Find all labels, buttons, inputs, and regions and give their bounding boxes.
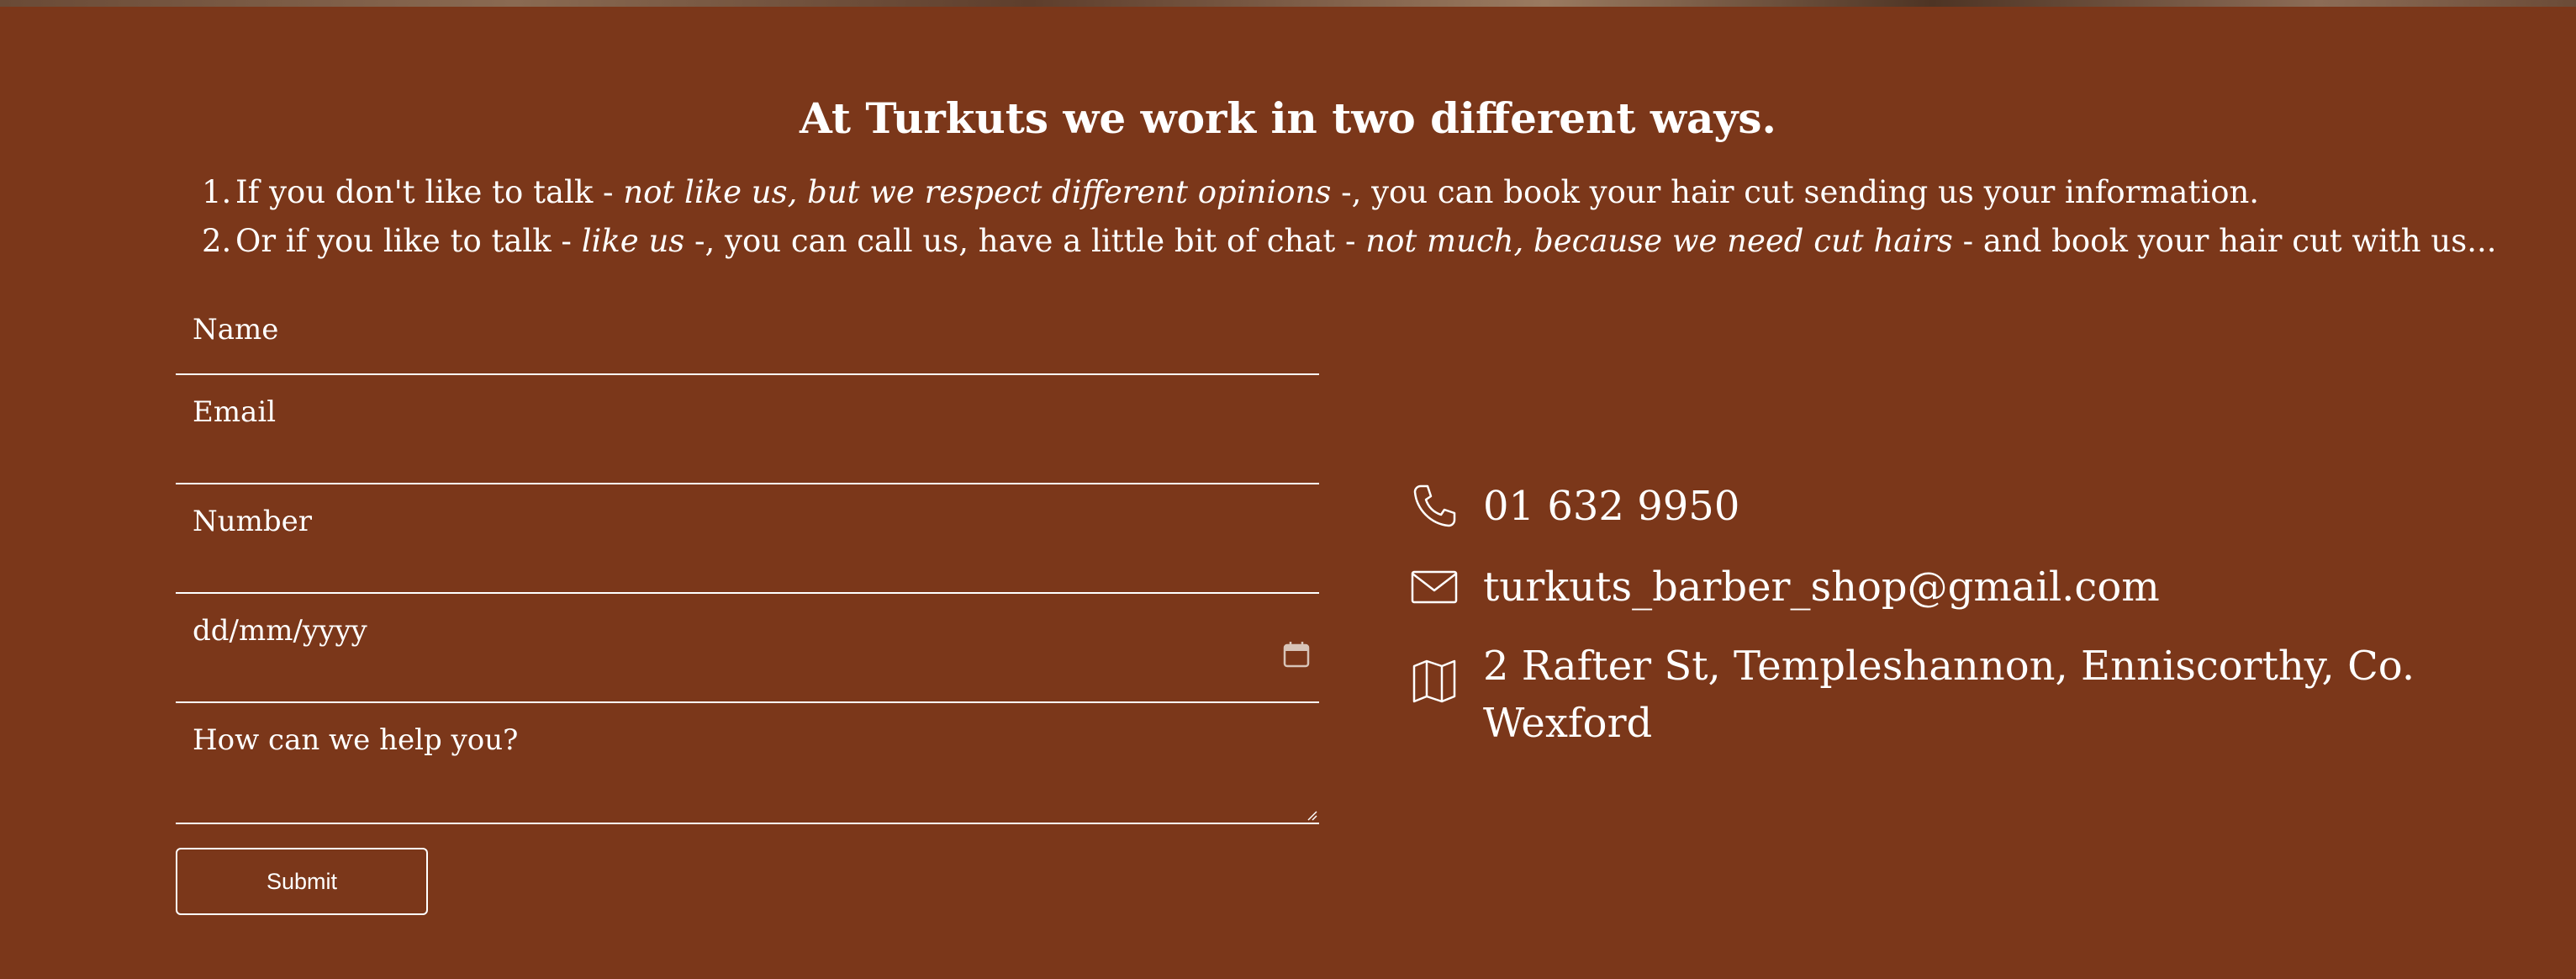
ways-list: 1. If you don't like to talk - not like u… [202, 168, 2556, 266]
email-field[interactable]: Email [176, 375, 1319, 484]
list-text: If you don't like to talk - [235, 174, 624, 210]
contact-phone[interactable]: 01 632 9950 [1409, 478, 1739, 535]
envelope-icon [1411, 570, 1458, 604]
list-item: 2. Or if you like to talk - like us -, yo… [202, 217, 2556, 266]
email-placeholder: Email [193, 395, 277, 429]
email-address: turkuts_barber_shop@gmail.com [1483, 564, 2160, 611]
message-placeholder: How can we help you? [193, 723, 519, 757]
map-icon [1412, 659, 1456, 703]
list-number: 2. [202, 223, 232, 259]
date-field[interactable]: dd/mm/yyyy [176, 594, 1319, 703]
date-placeholder: dd/mm/yyyy [193, 614, 367, 648]
list-emphasis: not like us, but we respect different op… [623, 174, 1332, 210]
phone-icon [1413, 484, 1456, 527]
list-emphasis: not much, because we need cut hairs [1365, 223, 1953, 259]
number-placeholder: Number [193, 505, 313, 538]
phone-number: 01 632 9950 [1483, 483, 1740, 530]
message-textarea[interactable]: How can we help you? [176, 703, 1319, 824]
list-number: 1. [202, 174, 232, 210]
section-heading: At Turkuts we work in two different ways… [800, 93, 1776, 143]
list-text: -, you can call us, have a little bit of… [684, 223, 1366, 259]
hero-image-edge [0, 0, 2576, 7]
list-text: Or if you like to talk - [235, 223, 582, 259]
name-field[interactable]: Name [176, 296, 1319, 375]
list-emphasis: like us [581, 223, 685, 259]
resize-grip-icon[interactable] [1306, 809, 1317, 821]
list-text: - and book your hair cut with us... [1952, 223, 2497, 259]
booking-form: Name Email Number dd/mm/yyyy How can we … [176, 296, 1319, 915]
name-placeholder: Name [193, 313, 279, 347]
contact-address[interactable]: 2 Rafter St, Templeshannon, Enniscorthy,… [1409, 638, 2502, 752]
submit-button[interactable]: Submit [176, 848, 428, 915]
number-field[interactable]: Number [176, 484, 1319, 594]
list-item: 1. If you don't like to talk - not like u… [202, 168, 2556, 217]
contact-email[interactable]: turkuts_barber_shop@gmail.com [1409, 558, 2160, 616]
list-text: -, you can book your hair cut sending us… [1331, 174, 2260, 210]
street-address: 2 Rafter St, Templeshannon, Enniscorthy,… [1483, 643, 2415, 747]
calendar-icon[interactable] [1282, 640, 1311, 669]
